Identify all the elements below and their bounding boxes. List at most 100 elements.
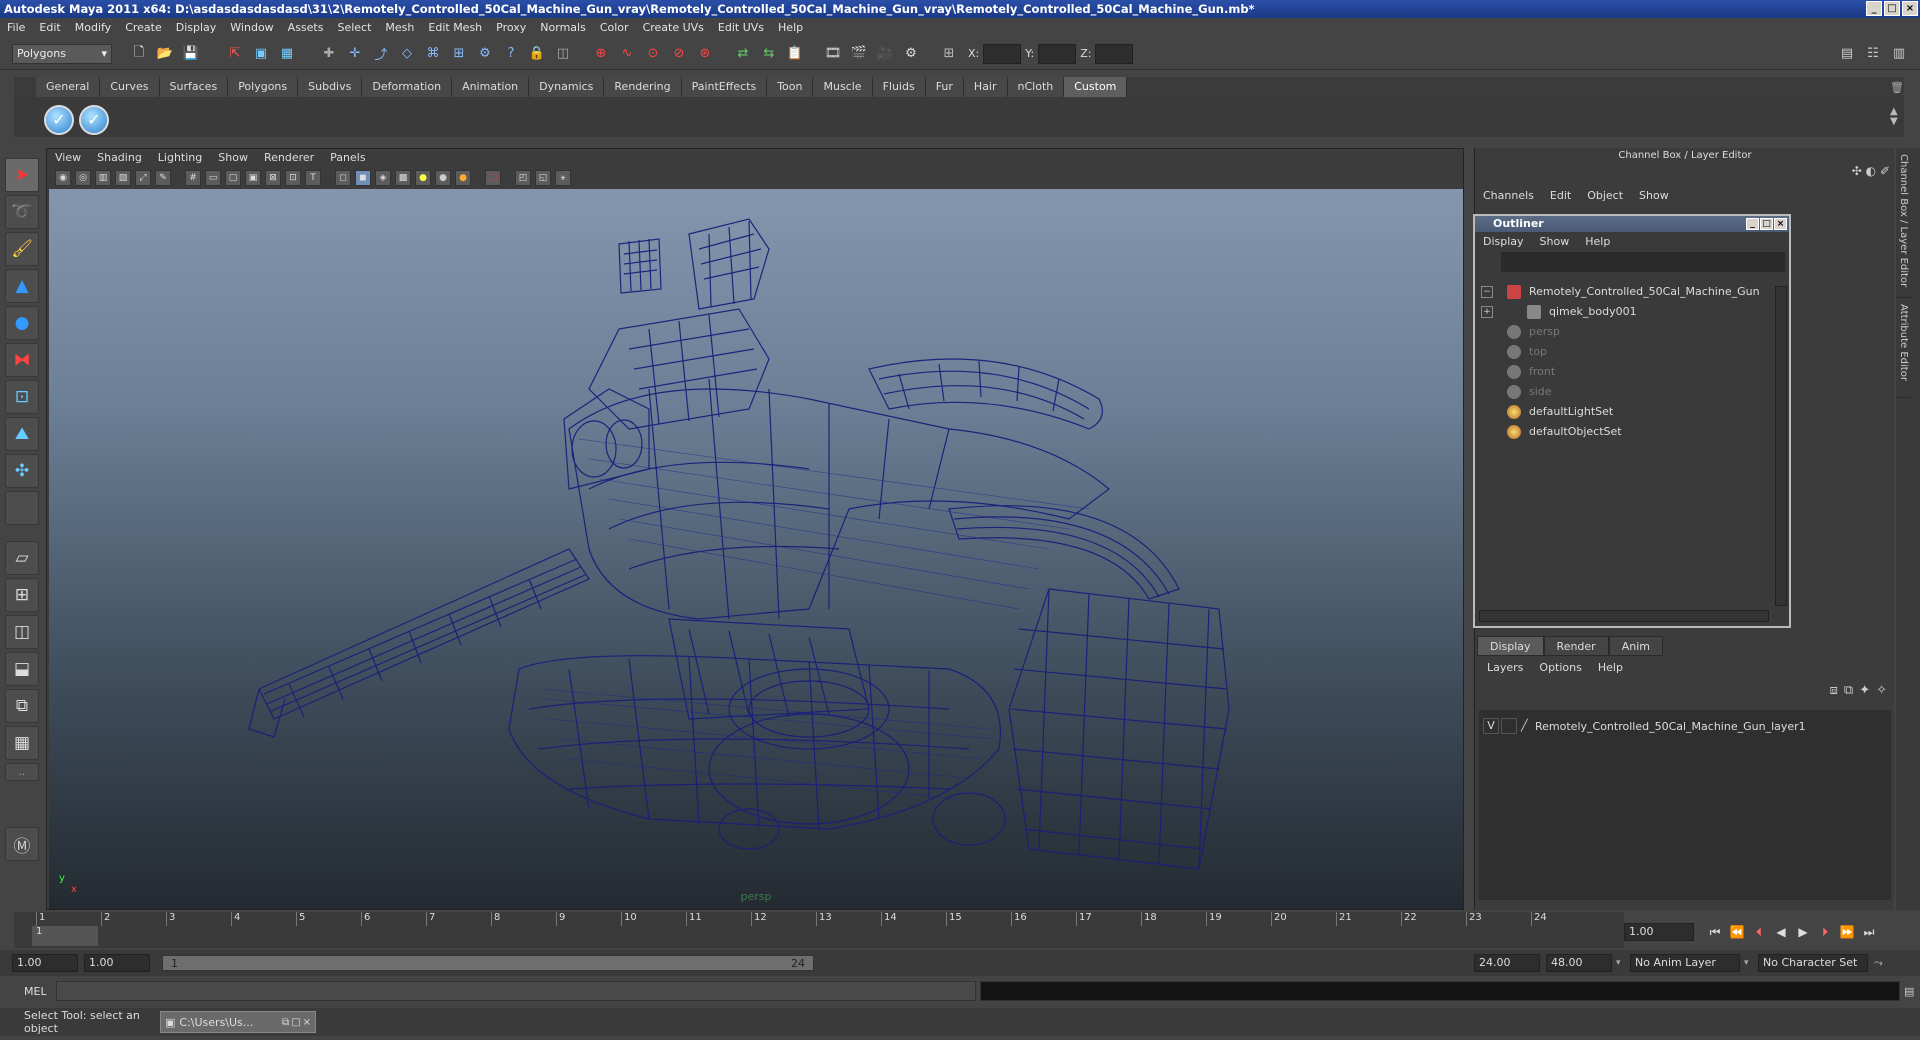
- lasso-tool-icon[interactable]: ➰: [5, 195, 39, 229]
- film-gate-icon[interactable]: ▭: [205, 170, 221, 186]
- select-by-joint-icon[interactable]: ✛: [344, 43, 366, 65]
- menu-edit-uvs[interactable]: Edit UVs: [711, 18, 771, 38]
- shadows-icon[interactable]: ●: [455, 170, 471, 186]
- lock-selection-icon[interactable]: 🔒: [526, 43, 548, 65]
- layer-display-type-toggle[interactable]: [1501, 718, 1517, 734]
- shelf-tab-deformation[interactable]: Deformation: [362, 77, 453, 97]
- custom-shelf-check-icon-1[interactable]: ✓: [44, 104, 74, 135]
- last-tool-slot[interactable]: [5, 491, 39, 525]
- select-tool-icon[interactable]: ➤: [5, 158, 39, 192]
- viewport-menu-show[interactable]: Show: [210, 149, 256, 167]
- expand-icon[interactable]: +: [1481, 306, 1493, 318]
- universal-manipulator-icon[interactable]: ⊡: [5, 380, 39, 414]
- select-by-dynamic-icon[interactable]: ⊞: [448, 43, 470, 65]
- snap-curve-icon[interactable]: ∿: [616, 43, 638, 65]
- playback-start-field[interactable]: 1.00: [84, 954, 150, 972]
- step-forward-key-icon[interactable]: ⏩: [1836, 922, 1858, 942]
- shelf-tab-toon[interactable]: Toon: [767, 77, 814, 97]
- eyedropper-icon[interactable]: ✐: [1880, 164, 1890, 178]
- create-empty-layer-icon[interactable]: ✦: [1859, 683, 1870, 698]
- outliner-item-camera-top[interactable]: top: [1475, 342, 1789, 362]
- menu-file[interactable]: File: [0, 18, 32, 38]
- snap-point-icon[interactable]: ⊙: [642, 43, 664, 65]
- paint-select-tool-icon[interactable]: 🖌: [5, 232, 39, 266]
- outliner-item-object-set[interactable]: defaultObjectSet: [1475, 422, 1789, 442]
- layout-hypershade-icon[interactable]: ⧉: [5, 689, 39, 723]
- outliner-horizontal-scrollbar[interactable]: [1479, 610, 1769, 622]
- grid-icon[interactable]: #: [185, 170, 201, 186]
- two-d-pan-zoom-icon[interactable]: ⤢: [135, 170, 151, 186]
- tool-settings-toggle-icon[interactable]: ☷: [1862, 43, 1884, 65]
- close-button[interactable]: ×: [1902, 1, 1918, 16]
- backface-cull-icon[interactable]: ⚹: [555, 170, 571, 186]
- current-frame-marker[interactable]: 1: [32, 926, 98, 946]
- layout-single-pane-icon[interactable]: ▱: [5, 541, 39, 575]
- character-set-selector[interactable]: No Character Set: [1758, 954, 1868, 972]
- outliner-item-child[interactable]: + qimek_body001: [1475, 302, 1789, 322]
- field-chart-icon[interactable]: ⊠: [265, 170, 281, 186]
- current-time-field[interactable]: 1.00: [1624, 923, 1694, 941]
- layout-persp-outliner-icon[interactable]: ◫: [5, 615, 39, 649]
- bookmark-icon[interactable]: ▥: [95, 170, 111, 186]
- menu-mesh[interactable]: Mesh: [378, 18, 421, 38]
- isolate-select-icon[interactable]: ⬚: [485, 170, 501, 186]
- minimize-button[interactable]: _: [1866, 1, 1882, 16]
- auto-key-icon[interactable]: ⤳: [1874, 956, 1894, 970]
- taskbar-window-item[interactable]: ▣ C:\Users\Us... ⧉ □ ×: [160, 1011, 316, 1033]
- scale-tool-icon[interactable]: ⧓: [5, 343, 39, 377]
- layer-tab-display[interactable]: Display: [1477, 636, 1544, 656]
- shelf-tab-painteffects[interactable]: PaintEffects: [681, 77, 768, 97]
- outliner-menu-help[interactable]: Help: [1577, 232, 1618, 252]
- outliner-close-button[interactable]: ×: [1774, 218, 1787, 230]
- layer-tab-anim[interactable]: Anim: [1608, 636, 1663, 656]
- create-layer-from-selected-icon[interactable]: ✧: [1876, 683, 1887, 698]
- select-by-curve-icon[interactable]: ⤴: [370, 43, 392, 65]
- render-settings-icon[interactable]: ⚙: [900, 43, 922, 65]
- image-plane-icon[interactable]: ▧: [115, 170, 131, 186]
- shelf-tab-custom[interactable]: Custom: [1064, 77, 1128, 97]
- shelf-tab-animation[interactable]: Animation: [452, 77, 530, 97]
- open-scene-icon[interactable]: 📂: [154, 43, 176, 65]
- move-layer-up-icon[interactable]: ⧈: [1830, 683, 1838, 698]
- sphere-icon[interactable]: ◐: [1866, 164, 1876, 178]
- construction-history-icon[interactable]: 📋: [784, 43, 806, 65]
- new-scene-icon[interactable]: 🗋: [128, 43, 150, 65]
- channel-box-menu-show[interactable]: Show: [1631, 186, 1677, 206]
- play-forwards-icon[interactable]: ▶: [1792, 922, 1814, 942]
- render-frame-icon[interactable]: 🎬: [848, 43, 870, 65]
- menu-normals[interactable]: Normals: [533, 18, 593, 38]
- perspective-viewport[interactable]: y x persp: [49, 189, 1463, 909]
- menu-help[interactable]: Help: [771, 18, 810, 38]
- select-by-rendering-icon[interactable]: ⚙: [474, 43, 496, 65]
- outliner-menu-show[interactable]: Show: [1532, 232, 1578, 252]
- custom-shelf-check-icon-2[interactable]: ✓: [79, 104, 109, 135]
- maximize-icon[interactable]: □: [291, 1017, 300, 1028]
- menu-display[interactable]: Display: [169, 18, 224, 38]
- shelf-tab-ncloth[interactable]: nCloth: [1007, 77, 1065, 97]
- x-field[interactable]: [983, 43, 1022, 64]
- shelf-tab-surfaces[interactable]: Surfaces: [159, 77, 229, 97]
- question-icon[interactable]: ?: [500, 43, 522, 65]
- side-tab-attribute-editor[interactable]: Attribute Editor: [1896, 298, 1911, 398]
- collapse-icon[interactable]: −: [1481, 286, 1493, 298]
- select-object-icon[interactable]: ▣: [250, 43, 272, 65]
- layer-row[interactable]: V ╱ Remotely_Controlled_50Cal_Machine_Gu…: [1479, 716, 1891, 736]
- viewport-menu-lighting[interactable]: Lighting: [150, 149, 210, 167]
- outliner-minimize-button[interactable]: _: [1746, 218, 1759, 230]
- xray-icon[interactable]: ◰: [515, 170, 531, 186]
- shelf-tab-general[interactable]: General: [36, 77, 101, 97]
- move-tool-icon[interactable]: ▲: [5, 269, 39, 303]
- select-hierarchy-icon[interactable]: ⇱: [224, 43, 246, 65]
- range-slider[interactable]: 1 24: [162, 955, 814, 971]
- shelf-tab-muscle[interactable]: Muscle: [813, 77, 873, 97]
- safe-title-icon[interactable]: T: [305, 170, 321, 186]
- viewport-menu-view[interactable]: View: [47, 149, 89, 167]
- axis-arrows-icon[interactable]: ✣: [1852, 164, 1862, 178]
- select-component-icon[interactable]: ▦: [276, 43, 298, 65]
- menu-window[interactable]: Window: [223, 18, 280, 38]
- close-icon[interactable]: ×: [303, 1017, 311, 1028]
- outliner-item-camera-persp[interactable]: persp: [1475, 322, 1789, 342]
- wireframe-icon[interactable]: ◻: [335, 170, 351, 186]
- channel-box-menu-edit[interactable]: Edit: [1542, 186, 1579, 206]
- save-scene-icon[interactable]: 💾: [180, 43, 202, 65]
